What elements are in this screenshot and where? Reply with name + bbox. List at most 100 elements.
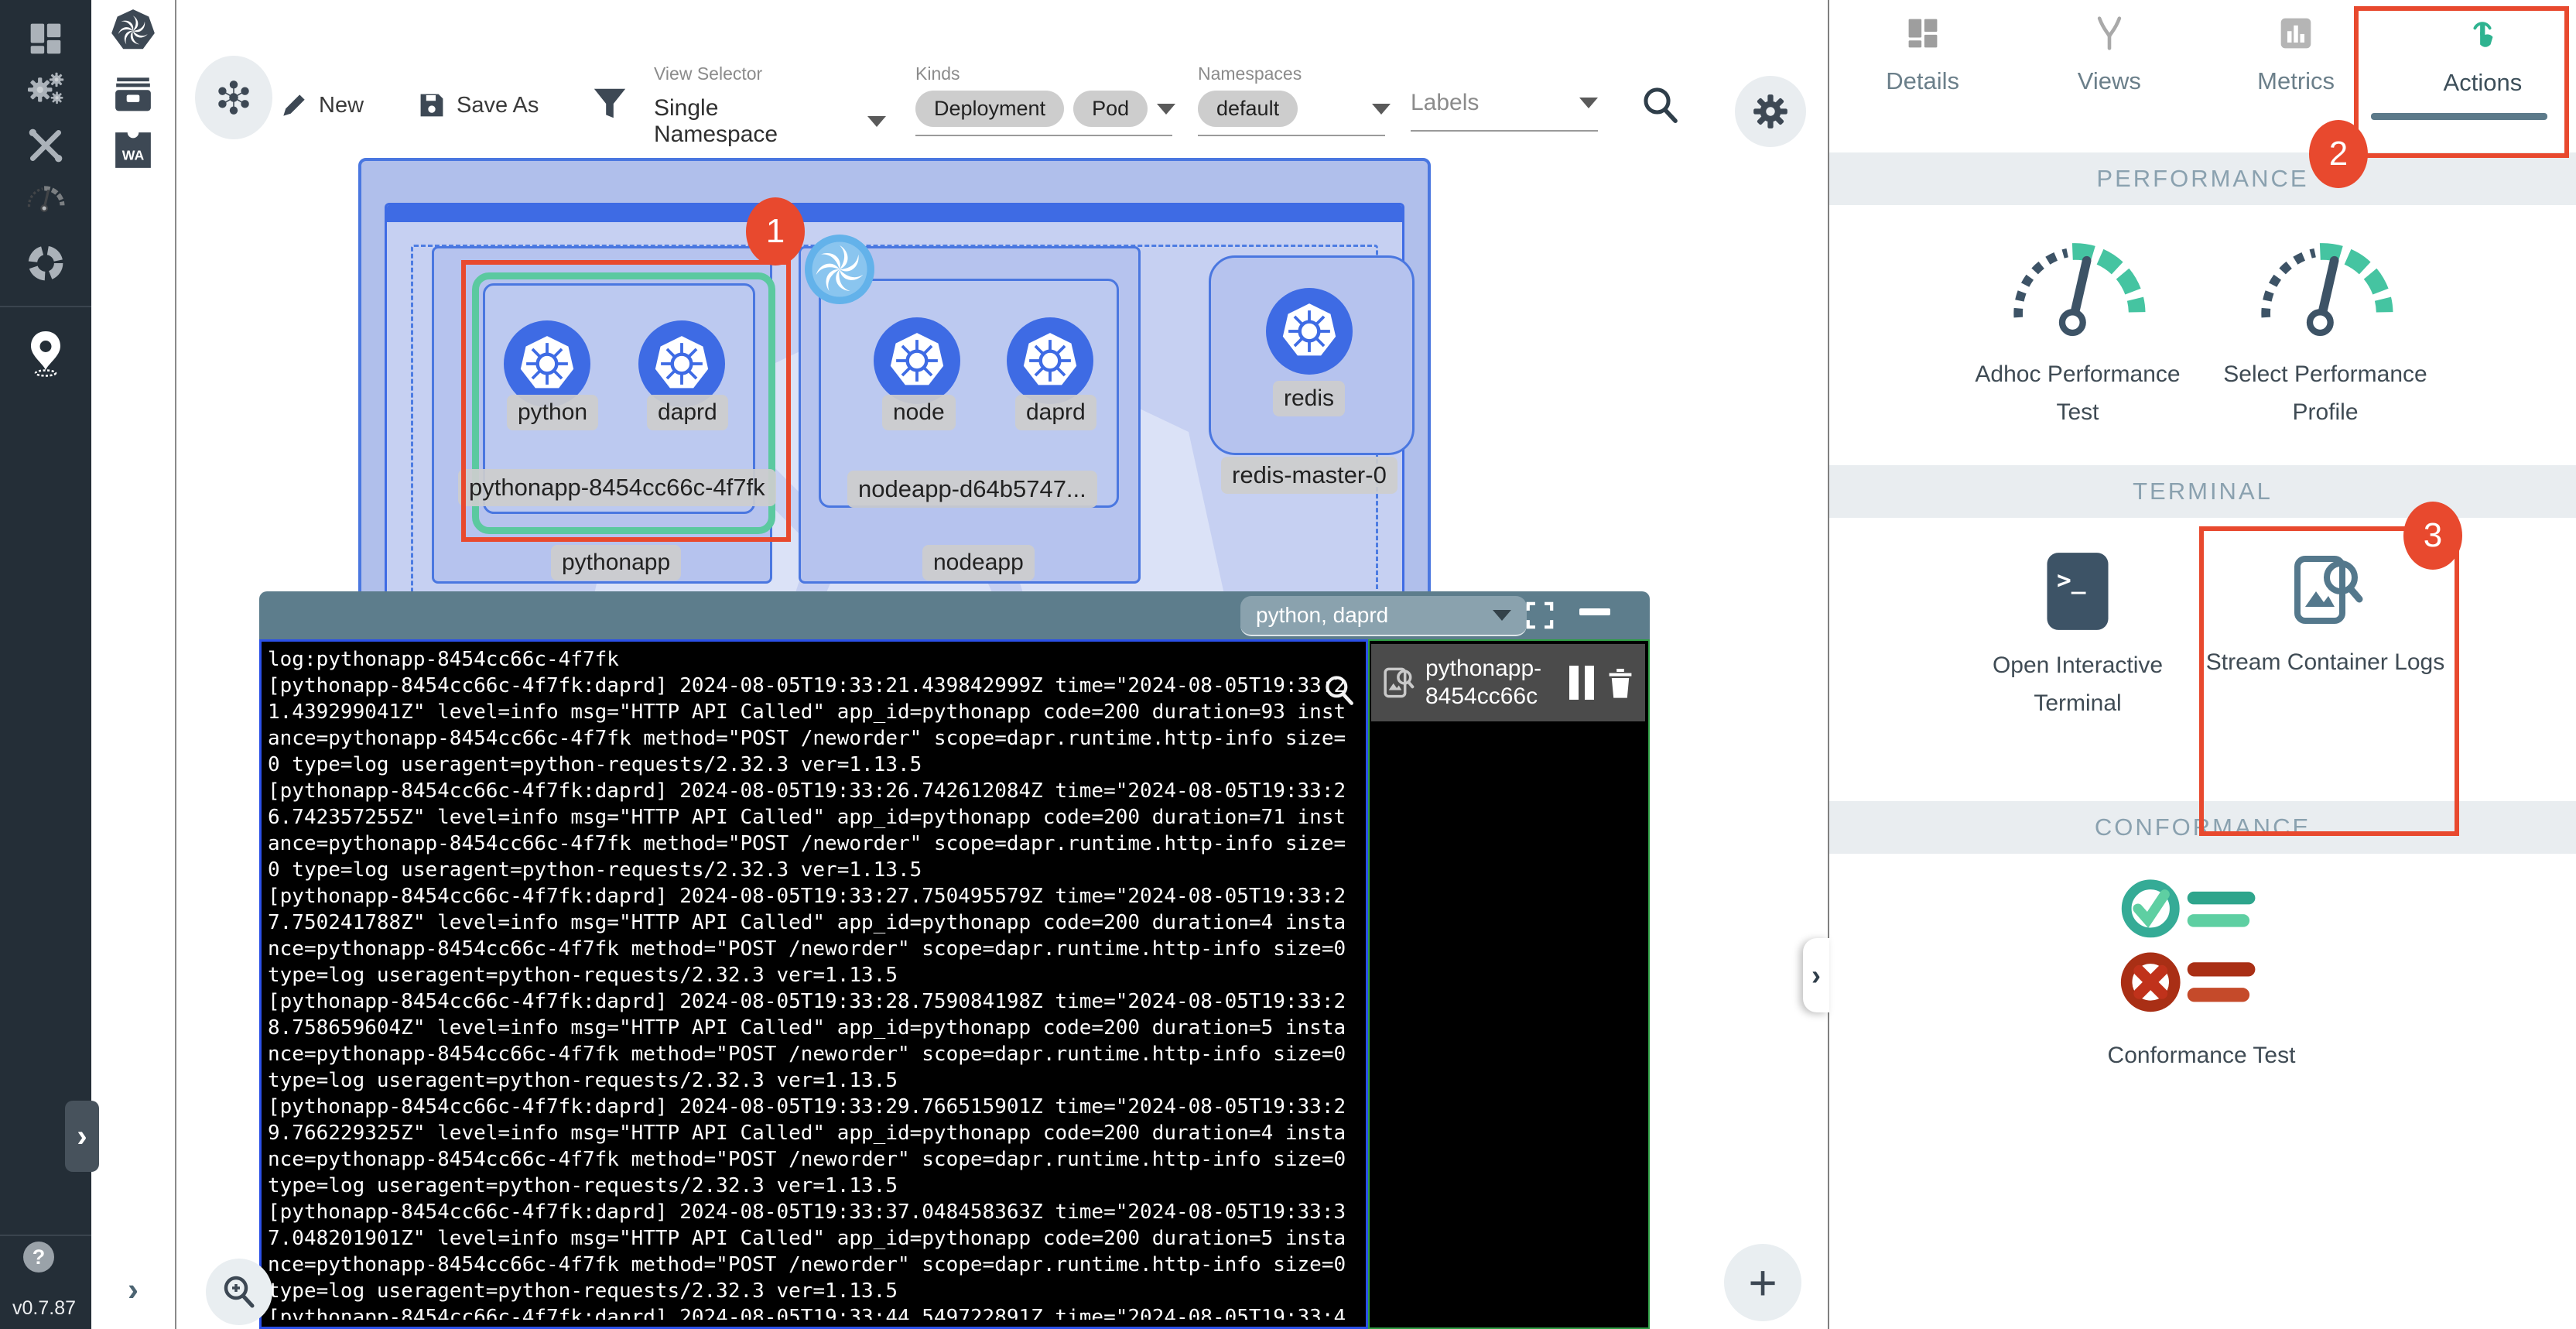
container-label: redis xyxy=(1273,381,1345,416)
conformance-checklist-icon xyxy=(2116,875,2287,1022)
details-panel: Details Views Metrics Actions 2 PERFORMA… xyxy=(1828,0,2576,1329)
details-grid-icon xyxy=(1905,15,1941,51)
labels-placeholder: Labels xyxy=(1411,90,1479,116)
log-output-pane[interactable]: log:pythonapp-8454cc66c-4f7fk [pythonapp… xyxy=(259,639,1368,1329)
search-button[interactable] xyxy=(1639,84,1682,131)
tab-views[interactable]: Views xyxy=(2024,15,2195,97)
view-selector-value: Single Namespace xyxy=(654,95,847,148)
add-node-button[interactable]: + xyxy=(1724,1244,1801,1321)
card-label: Conformance Test xyxy=(2078,1036,2325,1074)
adhoc-performance-test-card[interactable]: Adhoc Performance Test xyxy=(1954,232,2201,431)
settings-button[interactable] xyxy=(1735,76,1806,147)
plus-icon: + xyxy=(1748,1254,1777,1311)
zoom-in-icon xyxy=(220,1272,258,1311)
strip-expand-chevron[interactable]: › xyxy=(108,1269,158,1310)
container-filter-select[interactable]: python, daprd xyxy=(1240,596,1527,636)
wasm-icon[interactable]: WA xyxy=(91,127,175,173)
select-performance-profile-card[interactable]: Select Performance Profile xyxy=(2201,232,2449,431)
panel-collapse-button[interactable]: › xyxy=(1803,938,1829,1012)
chevron-down-icon xyxy=(1579,98,1598,108)
sidebar-expand-button[interactable]: › xyxy=(65,1101,99,1172)
conformance-test-card[interactable]: Conformance Test xyxy=(2078,875,2325,1074)
kinds-control[interactable]: Kinds Deployment Pod xyxy=(915,63,1175,136)
pencil-icon xyxy=(280,91,308,119)
container-filter-value: python, daprd xyxy=(1256,603,1388,628)
card-label: Open Interactive Terminal xyxy=(1954,646,2201,722)
view-selector-control[interactable]: View Selector Single Namespace xyxy=(654,63,903,162)
sidebar-divider xyxy=(0,1235,91,1236)
deployment-label: pythonapp xyxy=(551,545,681,581)
section-header-terminal: TERMINAL xyxy=(1829,465,2576,518)
mesh-cluster-icon xyxy=(214,77,254,118)
zoom-in-button[interactable] xyxy=(206,1259,272,1325)
kanvas-pin-icon[interactable] xyxy=(0,322,91,384)
filter-button[interactable] xyxy=(591,85,628,126)
view-selector-label: View Selector xyxy=(654,63,903,84)
stream-pod-name-line2: 8454cc66c xyxy=(1425,683,1541,711)
pod-name-label: redis-master-0 xyxy=(1221,457,1397,494)
app-version: v0.7.87 xyxy=(12,1297,76,1320)
help-button[interactable]: ? xyxy=(23,1242,54,1272)
kinds-label: Kinds xyxy=(915,63,1175,84)
annotation-step-badge: 1 xyxy=(746,197,805,265)
gear-icon xyxy=(1750,91,1791,132)
log-window-titlebar[interactable]: python, daprd xyxy=(259,591,1650,639)
namespace-header-band xyxy=(387,205,1402,222)
save-as-button[interactable]: Save As xyxy=(418,91,539,119)
open-interactive-terminal-card[interactable]: >_ Open Interactive Terminal xyxy=(1954,551,2201,722)
chevron-down-icon xyxy=(1157,104,1175,115)
pod-name-label: nodeapp-d64b5747... xyxy=(847,471,1097,508)
new-button[interactable]: New xyxy=(280,91,364,119)
container-label: node xyxy=(882,395,956,430)
metrics-icon xyxy=(2278,15,2314,51)
gauge-icon xyxy=(1996,232,2159,341)
delete-stream-button[interactable] xyxy=(1605,666,1636,700)
gauge-icon xyxy=(2244,232,2407,341)
kind-chip[interactable]: Pod xyxy=(1073,91,1148,127)
log-file-icon xyxy=(1380,666,1415,700)
labels-control[interactable]: Labels xyxy=(1411,90,1598,132)
fullscreen-icon[interactable] xyxy=(1525,601,1555,630)
chevron-down-icon xyxy=(867,116,886,127)
views-icon xyxy=(2092,15,2127,51)
save-as-button-label: Save As xyxy=(457,93,539,118)
namespace-chip[interactable]: default xyxy=(1198,91,1298,127)
log-stream-item[interactable]: pythonapp- 8454cc66c xyxy=(1371,644,1645,721)
fit-view-button[interactable] xyxy=(195,56,272,139)
container-redis-icon[interactable] xyxy=(1266,288,1353,375)
container-label: daprd xyxy=(1015,395,1096,430)
terminal-icon: >_ xyxy=(2044,551,2111,632)
namespaces-control[interactable]: Namespaces default xyxy=(1198,63,1391,136)
log-search-icon[interactable] xyxy=(1322,673,1357,708)
section-header-performance: PERFORMANCE xyxy=(1829,152,2576,205)
chevron-down-icon xyxy=(1493,610,1511,621)
container-node-icon[interactable] xyxy=(874,317,960,404)
archive-inbox-icon[interactable] xyxy=(91,71,175,118)
dapr-sidecar-icon xyxy=(805,235,874,304)
card-label: Adhoc Performance Test xyxy=(1954,355,2201,431)
tab-label: Details xyxy=(1838,67,2008,95)
performance-gauge-icon[interactable] xyxy=(0,167,91,229)
svg-text:>_: >_ xyxy=(2057,567,2086,594)
minimize-icon[interactable] xyxy=(1579,608,1610,615)
lifecycle-gears-icon[interactable] xyxy=(0,60,91,122)
sidebar-divider xyxy=(0,306,91,307)
annotation-box-2 xyxy=(2354,6,2569,158)
search-icon xyxy=(1639,84,1682,127)
pause-stream-button[interactable] xyxy=(1569,666,1594,700)
chevron-down-icon xyxy=(1372,104,1391,115)
filter-funnel-icon xyxy=(591,85,628,122)
help-icon: ? xyxy=(32,1245,46,1269)
annotation-step-badge: 2 xyxy=(2309,120,2368,188)
container-daprd-icon[interactable] xyxy=(1007,317,1093,404)
annotation-box-3 xyxy=(2199,526,2459,836)
stream-pod-name-line1: pythonapp- xyxy=(1425,655,1541,683)
kind-chip[interactable]: Deployment xyxy=(915,91,1064,127)
svg-text:WA: WA xyxy=(122,147,145,163)
extensions-icon[interactable] xyxy=(0,232,91,294)
log-streams-pane: pythonapp- 8454cc66c xyxy=(1368,639,1650,1329)
tab-details[interactable]: Details xyxy=(1838,15,2008,97)
dapr-logo-icon[interactable] xyxy=(91,6,175,56)
deployment-label: nodeapp xyxy=(922,545,1035,581)
new-button-label: New xyxy=(319,93,364,118)
